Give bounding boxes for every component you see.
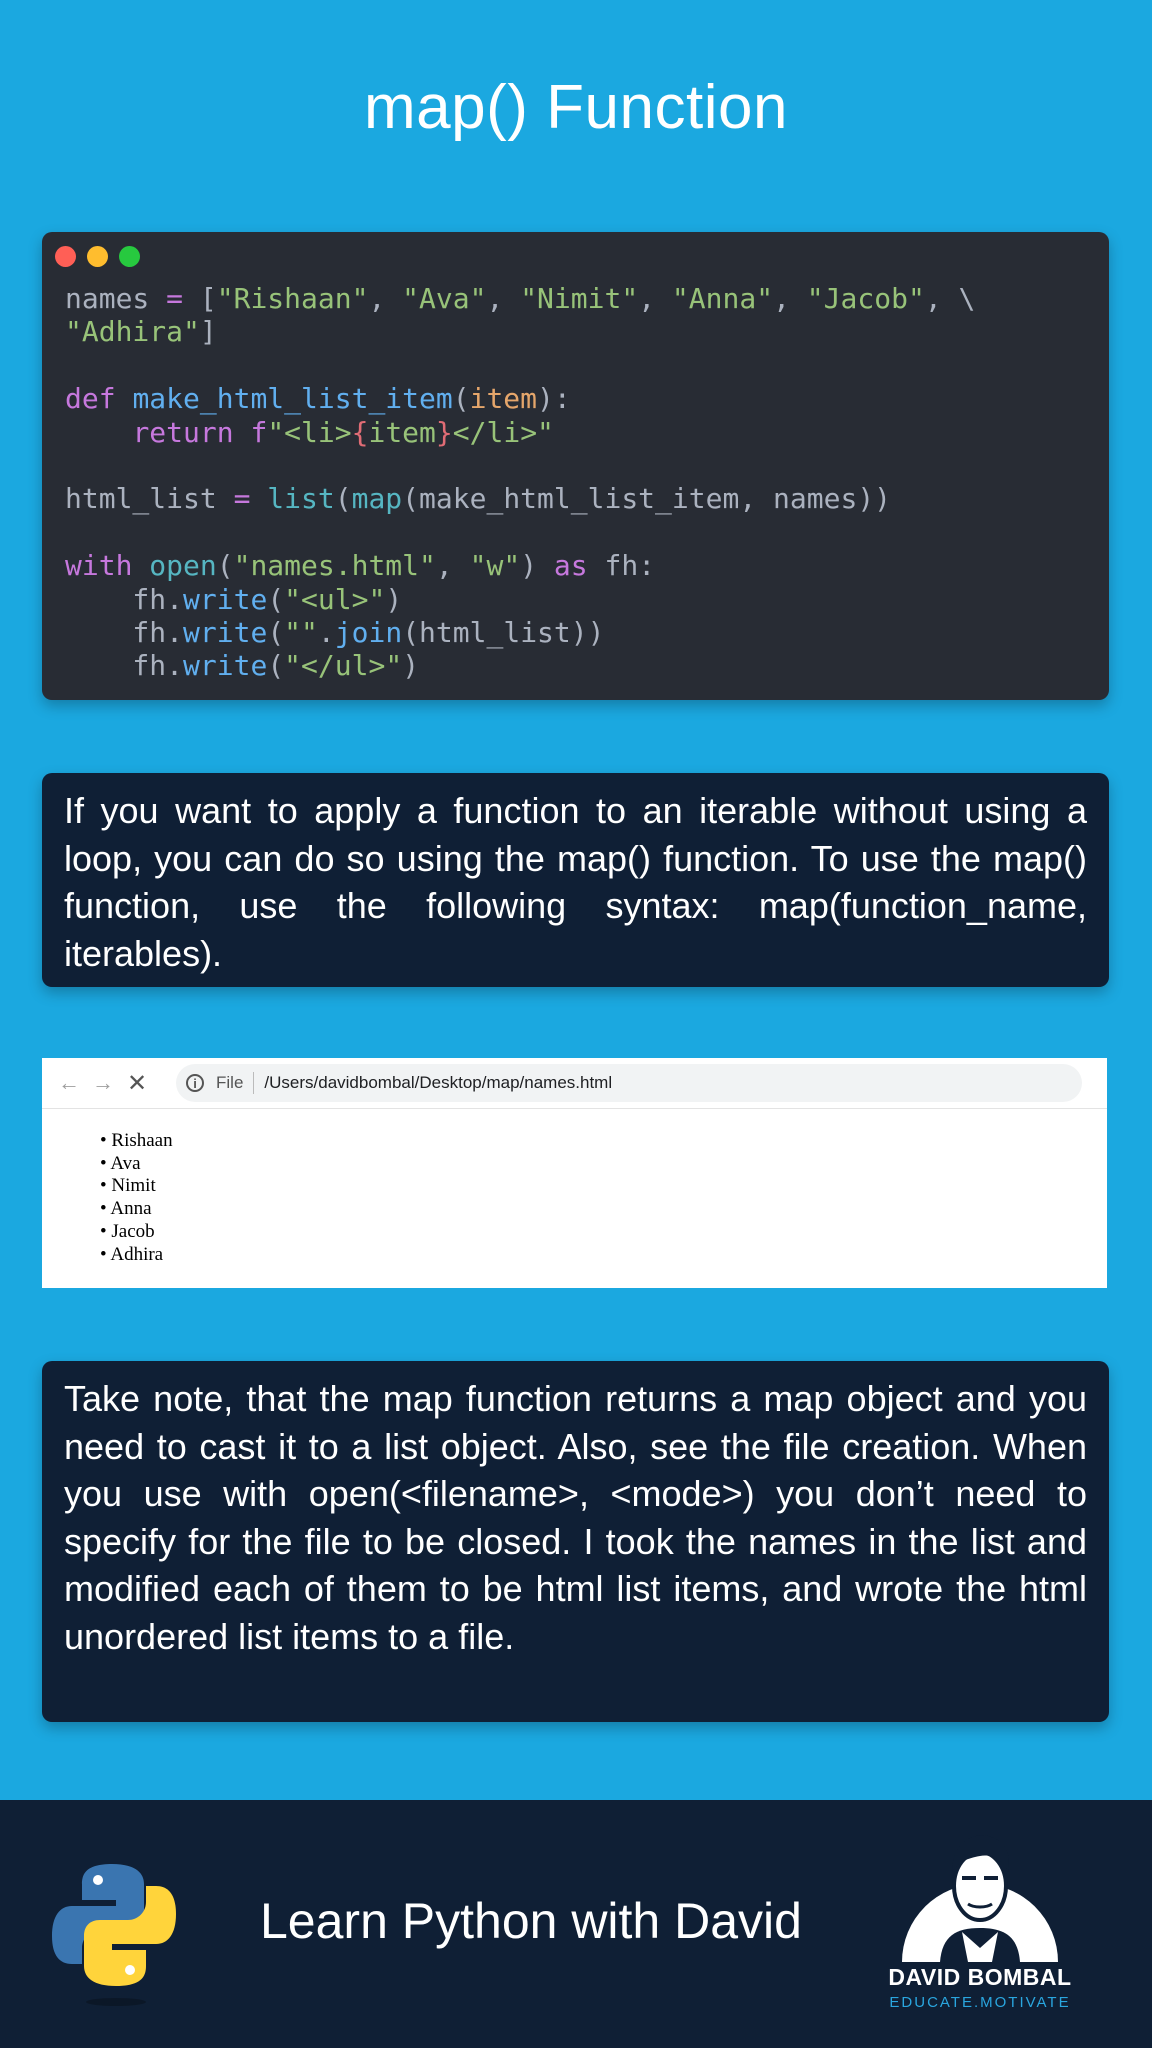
description-text-1: If you want to apply a function to an it… [64, 790, 1087, 974]
names-list: • Rishaan • Ava • Nimit • Anna • Jacob • Adhi… [100, 1130, 173, 1266]
forward-arrow-icon[interactable]: → [86, 1070, 120, 1096]
stop-loading-icon[interactable]: ✕ [120, 1069, 154, 1098]
list-item: • Ava [100, 1152, 141, 1174]
code-line: names = ["Rishaan", "Ava", "Nimit", "Ann… [65, 282, 976, 315]
code-line: return f"<li>{item}</li>" [132, 415, 554, 449]
david-bombal-portrait-icon [902, 1835, 1058, 1962]
list-item: • Nimit [100, 1175, 156, 1197]
footer: Learn Python with David DAVID BOMBAL EDU… [0, 1800, 1152, 2048]
brand-name: DAVID BOMBAL [888, 1964, 1072, 1990]
description-card-2: Take note, that the map function returns… [42, 1361, 1109, 1722]
brand-motto: EDUCATE.MOTIVATE [889, 1994, 1071, 2011]
code-block: names = ["Rishaan", "Ava", "Nimit", "Ann… [65, 282, 975, 683]
maximize-dot-icon [119, 246, 140, 267]
description-text-2: Take note, that the map function returns… [64, 1378, 1087, 1657]
minimize-dot-icon [87, 246, 108, 267]
close-dot-icon [55, 246, 76, 267]
python-logo-icon [52, 1864, 176, 2006]
address-bar[interactable]: i File /Users/davidbombal/Desktop/map/na… [176, 1064, 1082, 1102]
address-divider [253, 1072, 255, 1094]
browser-toolbar: ← → ✕ i File /Users/davidbombal/Desktop/… [42, 1058, 1107, 1109]
back-arrow-icon[interactable]: ← [52, 1070, 86, 1096]
window-controls [55, 246, 140, 267]
description-card-1: If you want to apply a function to an it… [42, 773, 1109, 987]
list-item: • Adhira [100, 1243, 164, 1265]
footer-tagline: Learn Python with David [260, 1893, 802, 1949]
david-bombal-logo: DAVID BOMBAL EDUCATE.MOTIVATE [880, 1824, 1080, 2034]
code-line: def make_html_list_item(item): [65, 382, 571, 416]
code-line: fh.write("</ul>") [65, 649, 420, 683]
url-text[interactable]: /Users/davidbombal/Desktop/map/names.htm… [264, 1073, 612, 1093]
code-line: html_list = list(map(make_html_list_item… [65, 482, 892, 516]
code-line: fh.write("<ul>") [65, 582, 403, 616]
browser-window: ← → ✕ i File /Users/davidbombal/Desktop/… [42, 1058, 1107, 1288]
code-line: with open("names.html", "w") as fh: [65, 549, 656, 583]
code-line: "Adhira"] [65, 315, 217, 349]
page-title: map() Function [364, 73, 788, 142]
info-icon[interactable]: i [186, 1074, 204, 1092]
code-window: names = ["Rishaan", "Ava", "Nimit", "Ann… [42, 232, 1109, 700]
list-item: • Anna [100, 1198, 152, 1220]
list-item: • Jacob [100, 1220, 155, 1242]
code-line: fh.write("".join(html_list)) [65, 616, 605, 650]
file-label: File [216, 1073, 244, 1092]
list-item: • Rishaan [100, 1130, 173, 1151]
